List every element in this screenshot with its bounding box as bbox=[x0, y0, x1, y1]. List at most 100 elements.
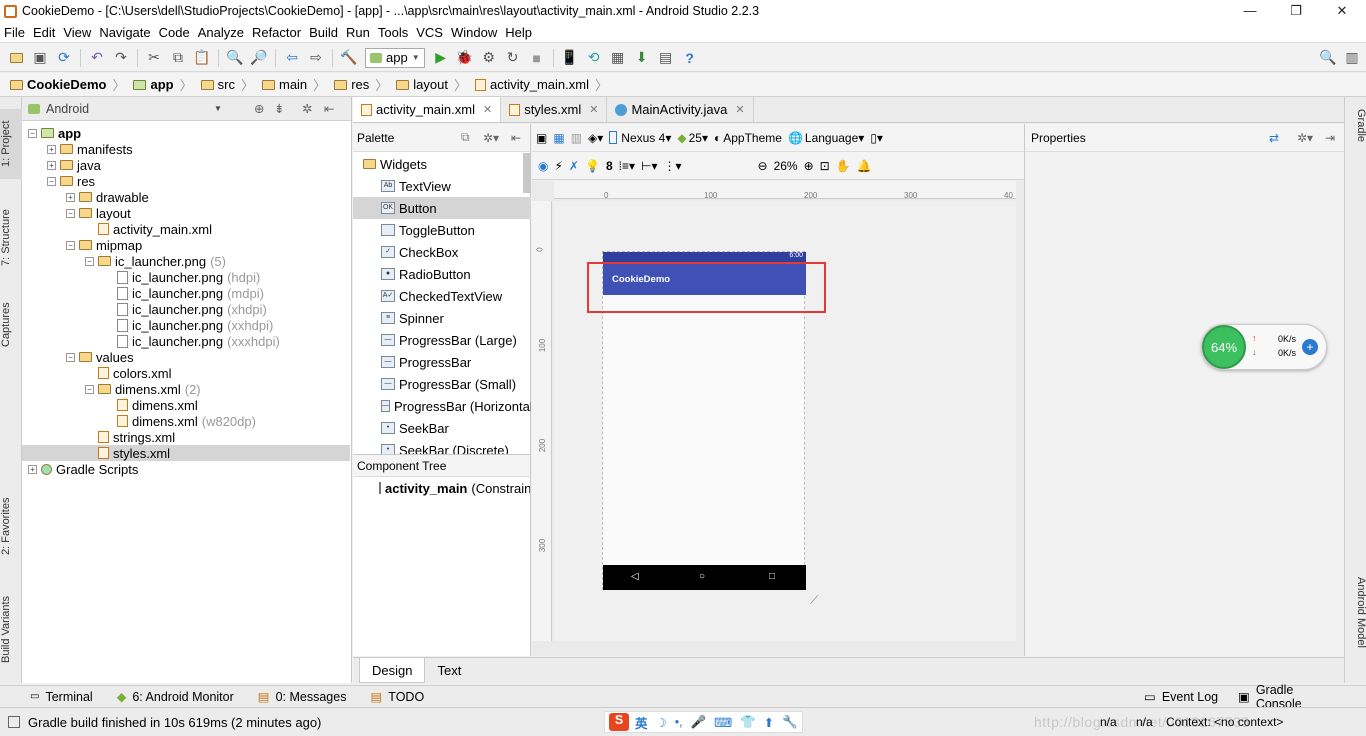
expand-toggle-icon[interactable]: + bbox=[66, 192, 75, 202]
device-monitor-icon[interactable]: ▤ bbox=[655, 47, 677, 69]
tab-styles[interactable]: styles.xml ✕ bbox=[501, 97, 608, 122]
project-tree-item[interactable]: ic_launcher.png (mdpi) bbox=[22, 285, 350, 301]
search-icon[interactable]: ⧉ bbox=[461, 130, 470, 145]
close-icon[interactable]: ✕ bbox=[483, 103, 492, 116]
menu-analyze[interactable]: Analyze bbox=[194, 23, 248, 42]
expand-toggle-icon[interactable]: − bbox=[85, 256, 94, 266]
project-tree-item[interactable]: − dimens.xml (2) bbox=[22, 381, 350, 397]
copy-icon[interactable]: ⧉ bbox=[167, 47, 189, 69]
warnings-icon[interactable]: 🔔 bbox=[857, 153, 872, 179]
tool-tab-gradle[interactable]: Gradle bbox=[1347, 109, 1366, 169]
sync-gradle-icon[interactable]: ⟲ bbox=[583, 47, 605, 69]
project-tree-item[interactable]: ic_launcher.png (xhdpi) bbox=[22, 301, 350, 317]
menu-refactor[interactable]: Refactor bbox=[248, 23, 305, 42]
forward-icon[interactable]: ⇨ bbox=[305, 47, 327, 69]
project-tree-item[interactable]: ic_launcher.png (xxxhdpi) bbox=[22, 333, 350, 349]
hide-panel-icon[interactable]: ⇤ bbox=[324, 101, 334, 116]
palette-item[interactable]: ✓ CheckBox bbox=[353, 241, 531, 263]
menu-vcs[interactable]: VCS bbox=[412, 23, 447, 42]
tool-tab-structure[interactable]: 7: Structure bbox=[0, 201, 22, 275]
tab-design[interactable]: Design bbox=[359, 658, 426, 683]
pan-icon[interactable]: ✋ bbox=[836, 153, 851, 179]
attach-debugger-icon[interactable]: ⚙ bbox=[478, 47, 500, 69]
palette-item[interactable]: — ProgressBar (Horizontal) bbox=[353, 395, 531, 417]
expand-toggle-icon[interactable]: − bbox=[47, 176, 56, 186]
palette-item[interactable]: ToggleButton bbox=[353, 219, 531, 241]
palette-item[interactable]: ≡ Spinner bbox=[353, 307, 531, 329]
find-icon[interactable]: 🔍 bbox=[224, 47, 246, 69]
tab-activity-main[interactable]: activity_main.xml ✕ bbox=[353, 97, 502, 122]
project-tree-item[interactable]: styles.xml bbox=[22, 445, 350, 461]
swap-icon[interactable]: ⇄ bbox=[1269, 131, 1279, 145]
project-tree-item[interactable]: − mipmap bbox=[22, 237, 350, 253]
close-icon[interactable]: ✕ bbox=[589, 103, 598, 116]
project-tree-item[interactable]: − values bbox=[22, 349, 350, 365]
debug-icon[interactable]: 🐞 bbox=[454, 47, 476, 69]
expand-toggle-icon[interactable]: − bbox=[66, 208, 75, 218]
project-tree-item[interactable]: + drawable bbox=[22, 189, 350, 205]
hide-panel-icon[interactable]: ⇥ bbox=[1325, 131, 1335, 145]
crumb-app[interactable]: app 〉 bbox=[129, 74, 196, 96]
device-selector[interactable]: Nexus 4 ▾ bbox=[609, 125, 671, 151]
project-tree-item[interactable]: + manifests bbox=[22, 141, 350, 157]
settings-icon[interactable]: ▥ bbox=[1341, 47, 1363, 69]
palette-scrollbar[interactable] bbox=[523, 153, 531, 193]
replace-icon[interactable]: 🔎 bbox=[248, 47, 270, 69]
tab-text[interactable]: Text bbox=[425, 658, 473, 683]
project-tree-item[interactable]: ic_launcher.png (hdpi) bbox=[22, 269, 350, 285]
stop-icon[interactable]: ■ bbox=[526, 47, 548, 69]
messages-tab[interactable]: ▤ 0: Messages bbox=[258, 689, 347, 705]
collapse-all-icon[interactable]: ⇟ bbox=[274, 101, 284, 116]
android-monitor-tab[interactable]: ◆ 6: Android Monitor bbox=[117, 689, 234, 705]
guidelines-icon[interactable]: ⋮▾ bbox=[663, 153, 681, 179]
expand-toggle-icon[interactable]: − bbox=[85, 384, 94, 394]
chevron-down-icon[interactable]: ▼ bbox=[214, 104, 222, 113]
project-tree-item[interactable]: − ic_launcher.png (5) bbox=[22, 253, 350, 269]
undo-icon[interactable]: ↶ bbox=[86, 47, 108, 69]
align-icon[interactable]: ⊢▾ bbox=[641, 153, 657, 179]
scroll-from-source-icon[interactable]: ⊕ bbox=[254, 101, 264, 116]
crumb-cookiedemo[interactable]: CookieDemo 〉 bbox=[6, 74, 129, 96]
tool-tab-favorites[interactable]: 2: Favorites bbox=[0, 491, 22, 561]
crumb-activity-main[interactable]: activity_main.xml 〉 bbox=[471, 74, 612, 96]
language-selector[interactable]: 🌐 Language ▾ bbox=[788, 125, 864, 151]
avd-manager-icon[interactable]: 📱 bbox=[559, 47, 581, 69]
cut-icon[interactable]: ✂ bbox=[143, 47, 165, 69]
palette-item[interactable]: ● RadioButton bbox=[353, 263, 531, 285]
autoconnect-icon[interactable]: ⚡ bbox=[554, 153, 562, 179]
project-tree-item[interactable]: dimens.xml bbox=[22, 397, 350, 413]
todo-tab[interactable]: ▤ TODO bbox=[370, 689, 424, 705]
zoom-in-icon[interactable]: ⊕ bbox=[804, 153, 814, 179]
default-margin[interactable]: 8 bbox=[606, 153, 613, 179]
tool-tab-project[interactable]: 1: Project bbox=[0, 109, 22, 179]
layout-variants-icon[interactable]: ▯▾ bbox=[870, 125, 883, 151]
zoom-fit-icon[interactable]: ⊡ bbox=[820, 153, 830, 179]
plus-icon[interactable]: + bbox=[1302, 339, 1318, 355]
expand-toggle-icon[interactable]: + bbox=[47, 144, 56, 154]
crumb-src[interactable]: src 〉 bbox=[197, 74, 258, 96]
project-structure-icon[interactable]: ▦ bbox=[607, 47, 629, 69]
search-everywhere-icon[interactable]: 🔍 bbox=[1317, 47, 1339, 69]
crumb-res[interactable]: res 〉 bbox=[330, 74, 392, 96]
project-tree-item[interactable]: strings.xml bbox=[22, 429, 350, 445]
toggle-tool-windows-icon[interactable] bbox=[8, 716, 20, 728]
menu-navigate[interactable]: Navigate bbox=[95, 23, 154, 42]
palette-item[interactable]: — ProgressBar (Small) bbox=[353, 373, 531, 395]
tool-tab-android-model[interactable]: Android Model bbox=[1347, 577, 1366, 673]
minimize-button[interactable]: — bbox=[1236, 3, 1264, 18]
paste-icon[interactable]: 📋 bbox=[191, 47, 213, 69]
clear-constraints-icon[interactable]: ✗ bbox=[569, 153, 579, 179]
project-tree-item[interactable]: − layout bbox=[22, 205, 350, 221]
hide-panel-icon[interactable]: ⇤ bbox=[511, 131, 521, 145]
terminal-tab[interactable]: ▭ Terminal bbox=[30, 690, 93, 704]
save-icon[interactable]: ▣ bbox=[29, 47, 51, 69]
redo-icon[interactable]: ↷ bbox=[110, 47, 132, 69]
palette-item[interactable]: OK Button bbox=[353, 197, 531, 219]
run-icon[interactable]: ▶ bbox=[430, 47, 452, 69]
menu-help[interactable]: Help bbox=[501, 23, 536, 42]
resize-handle-icon[interactable]: ⟋ bbox=[810, 593, 818, 608]
crumb-layout[interactable]: layout 〉 bbox=[392, 74, 471, 96]
gear-icon[interactable]: ✲▾ bbox=[1297, 131, 1313, 145]
both-views-icon[interactable]: ▥ bbox=[571, 125, 582, 151]
menu-view[interactable]: View bbox=[59, 23, 95, 42]
